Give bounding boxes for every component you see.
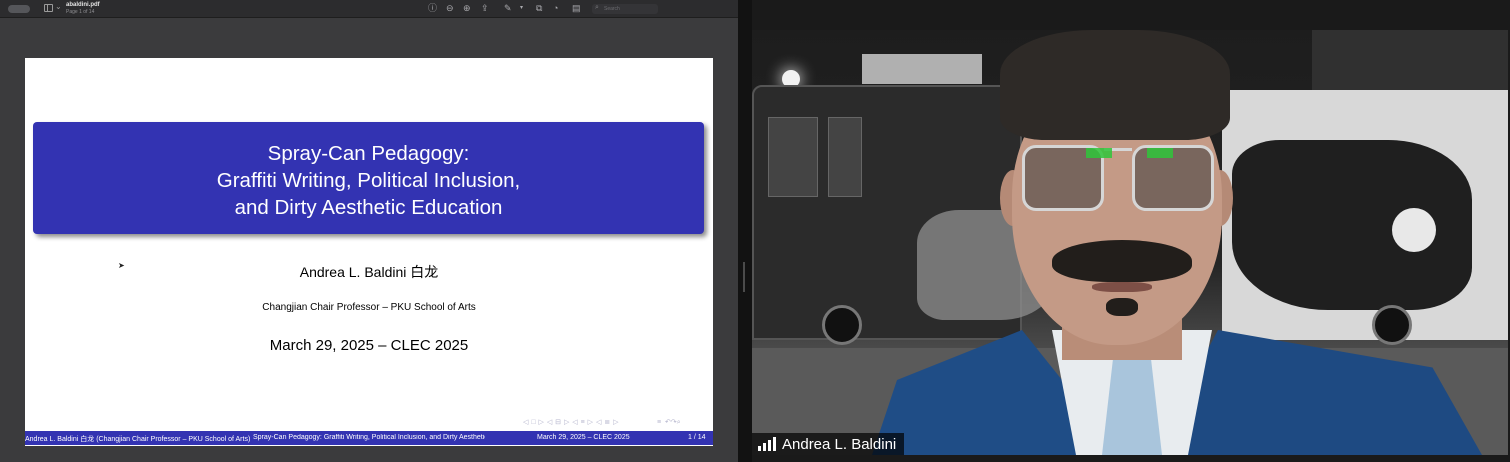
hair <box>1000 30 1230 140</box>
search-icon: ⌕ <box>595 4 599 11</box>
mouse-cursor-icon: ➤ <box>118 261 125 270</box>
slide-affiliation: Changjian Chair Professor – PKU School o… <box>262 302 476 313</box>
chevron-down-icon[interactable]: ▾ <box>520 3 523 13</box>
goatee <box>1106 298 1138 316</box>
beamer-navigation-icons[interactable]: ◁ □ ▷ ◁ ⊟ ▷ ◁ ≡ ▷ ◁ ≣ ▷ <box>523 418 619 426</box>
slide-title-block: Spray-Can Pedagogy: Graffiti Writing, Po… <box>33 122 704 234</box>
food-truck-awning <box>862 54 982 84</box>
sidebar-toggle-icon[interactable] <box>44 4 53 12</box>
form-icon[interactable]: ▤ <box>572 3 581 13</box>
share-icon[interactable]: ⇪ <box>481 3 489 13</box>
split-divider[interactable] <box>738 0 752 462</box>
highlight-icon[interactable]: ◔ <box>553 3 558 13</box>
slide-footer: Andrea L. Baldini 白龙 (Changjian Chair Pr… <box>25 431 713 445</box>
slide-date: March 29, 2025 – CLEC 2025 <box>269 337 469 354</box>
footer-page-number: 1 / 14 <box>688 434 706 441</box>
info-icon[interactable]: ⓘ <box>428 3 437 13</box>
screen-reflection <box>1086 148 1112 158</box>
document-filename: abaldini.pdf <box>66 2 100 8</box>
footer-date: March 29, 2025 – CLEC 2025 <box>537 434 630 441</box>
markup-pen-icon[interactable]: ✎ <box>504 3 512 13</box>
slide-author: Andrea L. Baldini 白龙 <box>299 264 439 280</box>
participant-video-tile[interactable]: Andrea L. Baldini <box>752 30 1508 455</box>
resize-handle-icon[interactable] <box>743 262 745 292</box>
screen-reflection <box>1147 148 1173 158</box>
zoom-out-icon[interactable]: ⊖ <box>446 3 454 13</box>
slide-title-line-3: and Dirty Aesthetic Education <box>234 196 503 219</box>
slide-page: Spray-Can Pedagogy: Graffiti Writing, Po… <box>25 58 713 446</box>
glasses-lens-right <box>1132 145 1214 211</box>
footer-title: Spray-Can Pedagogy: Graffiti Writing, Po… <box>253 434 485 441</box>
wheel <box>822 305 862 345</box>
signal-bars-icon <box>758 437 776 451</box>
graffiti-tag-circle <box>1392 208 1436 252</box>
footer-author: Andrea L. Baldini 白龙 (Changjian Chair Pr… <box>25 436 251 443</box>
slide-title-line-1: Spray-Can Pedagogy: <box>267 142 470 165</box>
pdf-viewer-window: ⌄ abaldini.pdf Page 1 of 14 ⓘ ⊖ ⊕ ⇪ ✎ ▾ … <box>0 0 738 462</box>
beamer-search-icons[interactable]: ≡ ↶↷⌕ <box>657 418 681 427</box>
mustache <box>1052 240 1192 282</box>
zoom-in-icon[interactable]: ⊕ <box>463 3 471 13</box>
participant-name: Andrea L. Baldini <box>782 435 897 453</box>
search-input[interactable]: ⌕ Search <box>592 4 658 14</box>
wheel <box>1372 305 1412 345</box>
search-placeholder: Search <box>604 6 620 12</box>
window-controls[interactable] <box>8 5 30 13</box>
slide-title-line-2: Graffiti Writing, Political Inclusion, <box>216 169 521 192</box>
rotate-icon[interactable]: ⧉ <box>536 3 542 13</box>
viewer-toolbar: ⌄ abaldini.pdf Page 1 of 14 ⓘ ⊖ ⊕ ⇪ ✎ ▾ … <box>0 0 738 18</box>
mouth <box>1092 282 1152 292</box>
participant-name-tag: Andrea L. Baldini <box>752 433 905 455</box>
graffiti-right <box>1232 140 1472 310</box>
page-indicator: Page 1 of 14 <box>66 9 95 15</box>
chevron-down-icon[interactable]: ⌄ <box>55 2 62 11</box>
